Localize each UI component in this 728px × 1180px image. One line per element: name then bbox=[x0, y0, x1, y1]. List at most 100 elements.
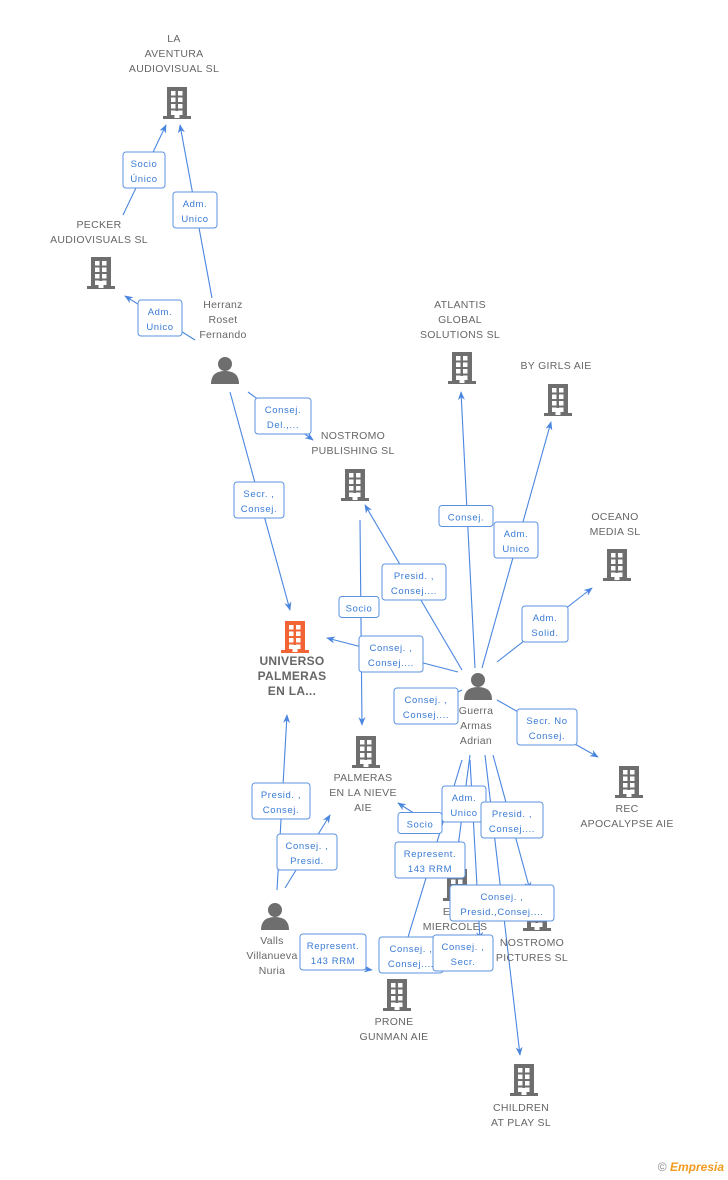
edge-label[interactable]: Adm. Unico bbox=[493, 521, 539, 559]
edge-label[interactable]: Adm. Unico bbox=[441, 785, 487, 823]
edge-label[interactable]: Represent. 143 RRM bbox=[394, 841, 466, 879]
node-label: UNIVERSO bbox=[259, 654, 324, 668]
edge-label[interactable]: Secr. No Consej. bbox=[516, 708, 578, 746]
building-icon bbox=[603, 549, 631, 581]
edge-label[interactable]: Secr. , Consej. bbox=[233, 481, 285, 519]
edge-label-text: Represent. bbox=[307, 941, 359, 952]
node-label: PICTURES SL bbox=[496, 952, 568, 964]
brand-logo: © Empresia bbox=[657, 1160, 724, 1174]
edge-label-text: Consej. bbox=[241, 504, 277, 515]
edge-label-text: Secr. , bbox=[243, 489, 274, 500]
node-label: PUBLISHING SL bbox=[311, 445, 394, 457]
node-label: MEDIA SL bbox=[590, 526, 641, 538]
edge-label[interactable]: Socio bbox=[338, 596, 380, 618]
node-label: Armas bbox=[460, 720, 492, 732]
edge-label[interactable]: Represent. 143 RRM bbox=[299, 933, 367, 971]
node-oceano[interactable]: OCEANO MEDIA SL bbox=[590, 511, 641, 581]
node-atlantis[interactable]: ATLANTIS GLOBAL SOLUTIONS SL bbox=[420, 299, 500, 384]
building-icon bbox=[341, 469, 369, 501]
node-palmeras[interactable]: PALMERAS EN LA NIEVE AIE bbox=[329, 736, 397, 814]
node-label: Roset bbox=[209, 314, 238, 326]
edge-label[interactable]: Consej. bbox=[438, 505, 494, 527]
node-label: AIE bbox=[354, 802, 372, 814]
node-label: Nuria bbox=[259, 965, 286, 977]
edge-label-text: Presid.,Consej.... bbox=[460, 907, 543, 918]
node-pecker[interactable]: PECKER AUDIOVISUALS SL bbox=[50, 219, 148, 289]
node-label: AUDIOVISUAL SL bbox=[129, 63, 219, 75]
edge-label-text: Consej. , bbox=[390, 944, 433, 955]
node-universo[interactable]: UNIVERSOPALMERASEN LA... bbox=[258, 621, 327, 698]
edge-label-text: Socio bbox=[407, 820, 434, 831]
edge-label[interactable]: Socio bbox=[397, 812, 443, 834]
edge-label-text: Unico bbox=[146, 322, 173, 333]
node-label: Fernando bbox=[199, 329, 246, 341]
node-label: GUNMAN AIE bbox=[360, 1031, 429, 1043]
node-label: SOLUTIONS SL bbox=[420, 329, 500, 341]
node-label: LA bbox=[167, 33, 180, 45]
edge-label-text: Unico bbox=[181, 214, 208, 225]
node-label: Herranz bbox=[203, 299, 242, 311]
node-label: REC bbox=[615, 803, 638, 815]
edge-label[interactable]: Consej. , Presid.,Consej.... bbox=[449, 884, 555, 922]
edge-label-text: Único bbox=[130, 174, 157, 185]
node-herranz[interactable]: Herranz Roset Fernando bbox=[199, 299, 246, 384]
node-prone[interactable]: PRONE GUNMAN AIE bbox=[360, 979, 429, 1043]
building-icon bbox=[615, 766, 643, 798]
edge-label-text: Del.,... bbox=[267, 420, 299, 431]
edge-label[interactable]: Consej. , Consej.... bbox=[393, 687, 459, 725]
node-aventura[interactable]: LA AVENTURA AUDIOVISUAL SL bbox=[129, 33, 219, 119]
node-label: ATLANTIS bbox=[434, 299, 486, 311]
edge-label-text: Unico bbox=[502, 544, 529, 555]
edge-label[interactable]: Consej. , Presid. bbox=[276, 833, 338, 871]
node-label: NOSTROMO bbox=[321, 430, 385, 442]
node-label: AT PLAY SL bbox=[491, 1117, 551, 1129]
node-label: EN LA... bbox=[268, 684, 316, 698]
edge-label-text: Socio bbox=[131, 159, 158, 170]
node-bygirls[interactable]: BY GIRLS AIE bbox=[520, 360, 591, 416]
person-icon bbox=[464, 673, 492, 700]
edge-nostromo_pub-to-palmeras bbox=[358, 519, 366, 726]
node-guerra[interactable]: Guerra Armas Adrian bbox=[459, 673, 493, 747]
edge-label[interactable]: Adm. Solid. bbox=[521, 605, 569, 643]
node-label: PECKER bbox=[77, 219, 122, 231]
edge-label[interactable]: Presid. , Consej.... bbox=[381, 563, 447, 601]
edge-label[interactable]: Presid. , Consej. bbox=[251, 782, 311, 820]
node-label: PALMERAS bbox=[258, 669, 327, 683]
edge-label-text: Consej. bbox=[448, 513, 484, 524]
building-icon bbox=[163, 87, 191, 119]
edge-label[interactable]: Adm. Unico bbox=[137, 299, 183, 337]
node-valls[interactable]: Valls Villanueva Nuria bbox=[246, 903, 297, 977]
edge-label-text: Consej.... bbox=[388, 959, 434, 970]
edge-label-text: Socio bbox=[346, 604, 373, 615]
node-label: CHILDREN bbox=[493, 1102, 549, 1114]
edge-label-text: Consej.... bbox=[489, 824, 535, 835]
node-nostromo_pub[interactable]: NOSTROMO PUBLISHING SL bbox=[311, 430, 394, 501]
edge-label-text: Adm. bbox=[533, 613, 558, 624]
edge-label[interactable]: Consej. , Consej.... bbox=[358, 635, 424, 673]
edge-label-text: Represent. bbox=[404, 849, 456, 860]
node-label: Villanueva bbox=[246, 950, 297, 962]
edge-label-text: Adm. bbox=[183, 199, 208, 210]
edge-label-text: Consej. bbox=[265, 405, 301, 416]
edge-label[interactable]: Socio Único bbox=[122, 151, 166, 189]
edge-label-text: Adm. bbox=[148, 307, 173, 318]
node-label: MIERCOLES bbox=[423, 921, 488, 933]
node-label: NOSTROMO bbox=[500, 937, 564, 949]
edge-label[interactable]: Consej. , Secr. bbox=[432, 934, 494, 972]
edge-label-text: Consej.... bbox=[368, 658, 414, 669]
node-label: BY GIRLS AIE bbox=[520, 360, 591, 372]
node-label: PALMERAS bbox=[334, 772, 393, 784]
edge-label-text: Presid. , bbox=[394, 571, 434, 582]
node-label: AVENTURA bbox=[145, 48, 204, 60]
building-icon bbox=[510, 1064, 538, 1096]
edge-label-text: 143 RRM bbox=[408, 864, 452, 875]
node-label: Adrian bbox=[460, 735, 492, 747]
edge-label[interactable]: Consej. Del.,... bbox=[254, 397, 312, 435]
edge-label[interactable]: Presid. , Consej.... bbox=[480, 801, 544, 839]
edge-label-text: Presid. , bbox=[261, 790, 301, 801]
building-icon bbox=[448, 352, 476, 384]
edge-label[interactable]: Adm. Unico bbox=[172, 191, 218, 229]
node-rec[interactable]: REC APOCALYPSE AIE bbox=[580, 766, 673, 830]
node-children[interactable]: CHILDREN AT PLAY SL bbox=[491, 1064, 551, 1129]
edge-label-text: Adm. bbox=[504, 529, 529, 540]
